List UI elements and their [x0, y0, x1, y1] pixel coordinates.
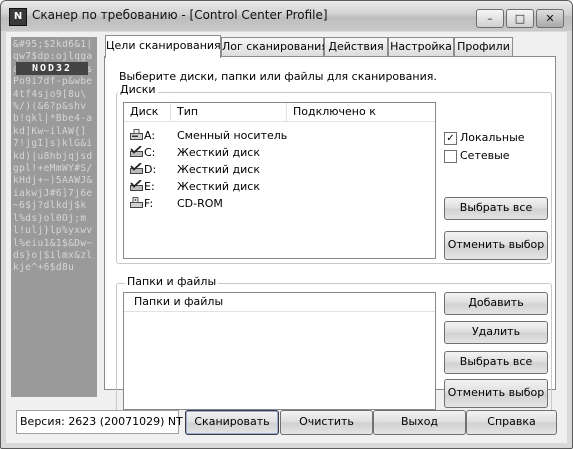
- deselect-disks-button[interactable]: Отменить выбор: [444, 231, 548, 260]
- check-icon[interactable]: ✓: [444, 132, 457, 145]
- tab-settings[interactable]: Настройка: [388, 37, 454, 56]
- disk-row[interactable]: F: CD-ROM: [124, 195, 435, 212]
- tab-profiles[interactable]: Профили: [454, 37, 513, 56]
- title-bar[interactable]: N Сканер по требованию - [Control Center…: [1, 1, 572, 31]
- disk-letter: C:: [144, 146, 156, 159]
- disk-list[interactable]: Диск Тип Подключено к A: Сменный носител…: [123, 102, 436, 259]
- column-connected[interactable]: Подключено к: [287, 103, 434, 121]
- tab-actions[interactable]: Действия: [324, 37, 388, 56]
- scan-targets-panel: Выберите диски, папки или файлы для скан…: [104, 56, 556, 414]
- folders-group-label: Папки и файлы: [125, 275, 219, 288]
- dialog-client-area: &#95;$2kd6&1|qw7$dp:ojlqgaa6beidewj\38sP…: [6, 32, 567, 443]
- select-all-folders-button[interactable]: Выбрать все: [444, 351, 548, 374]
- folders-list[interactable]: Папки и файлы: [123, 292, 436, 410]
- disk-letter: E:: [144, 180, 155, 193]
- hard-drive-checked-icon: [130, 163, 143, 174]
- disk-type: Жесткий диск: [177, 146, 260, 159]
- column-disk[interactable]: Диск: [124, 103, 171, 121]
- disk-letter: F:: [144, 197, 154, 210]
- select-all-disks-button[interactable]: Выбрать все: [444, 197, 548, 220]
- disk-row[interactable]: C: Жесткий диск: [124, 144, 435, 161]
- disk-type: Жесткий диск: [177, 163, 260, 176]
- version-field: Версия: 2623 (20071029) NT: [16, 410, 183, 434]
- disk-row[interactable]: A: Сменный носитель: [124, 127, 435, 144]
- close-button[interactable]: ✕: [536, 9, 564, 28]
- nod32-logo: NOD32: [16, 62, 88, 75]
- folders-list-header: Папки и файлы: [124, 293, 435, 312]
- disk-letter: A:: [144, 129, 156, 142]
- scanner-window: N Сканер по требованию - [Control Center…: [0, 0, 573, 449]
- removable-drive-icon: [130, 129, 143, 140]
- unchecked-box-icon[interactable]: [444, 150, 457, 163]
- remove-button[interactable]: Удалить: [444, 321, 548, 344]
- scan-button[interactable]: Сканировать: [185, 410, 279, 435]
- deselect-folders-button[interactable]: Отменить выбор: [444, 379, 548, 408]
- local-drives-label: Локальные: [460, 131, 525, 144]
- hard-drive-checked-icon: [130, 146, 143, 157]
- tab-scan-targets[interactable]: Цели сканирования: [105, 35, 221, 58]
- disk-letter: D:: [144, 163, 157, 176]
- help-button[interactable]: Справка: [466, 410, 557, 435]
- column-folders[interactable]: Папки и файлы: [124, 293, 439, 311]
- minimize-button[interactable]: –: [476, 9, 504, 28]
- window-title: Сканер по требованию - [Control Center P…: [32, 8, 328, 22]
- disk-type: CD-ROM: [177, 197, 223, 210]
- column-type[interactable]: Тип: [171, 103, 287, 121]
- disk-row[interactable]: D: Жесткий диск: [124, 161, 435, 178]
- maximize-button[interactable]: □: [506, 9, 534, 28]
- hard-drive-checked-icon: [130, 180, 143, 191]
- cdrom-drive-icon: [130, 197, 143, 208]
- exit-button[interactable]: Выход: [373, 410, 466, 435]
- disk-row[interactable]: E: Жесткий диск: [124, 178, 435, 195]
- tab-scan-log[interactable]: Лог сканирования: [221, 37, 328, 56]
- clear-button[interactable]: Очистить: [280, 410, 373, 435]
- network-drives-label: Сетевые: [460, 149, 510, 162]
- disk-type: Жесткий диск: [177, 180, 260, 193]
- instruction-text: Выберите диски, папки или файлы для скан…: [119, 70, 437, 83]
- disks-group-label: Диски: [118, 83, 158, 96]
- disk-type: Сменный носитель: [177, 129, 288, 142]
- disk-list-header: Диск Тип Подключено к: [124, 103, 435, 122]
- add-button[interactable]: Добавить: [444, 292, 548, 315]
- nod32-side-banner: &#95;$2kd6&1|qw7$dp:ojlqgaa6beidewj\38sP…: [11, 37, 97, 397]
- app-icon: N: [9, 8, 27, 26]
